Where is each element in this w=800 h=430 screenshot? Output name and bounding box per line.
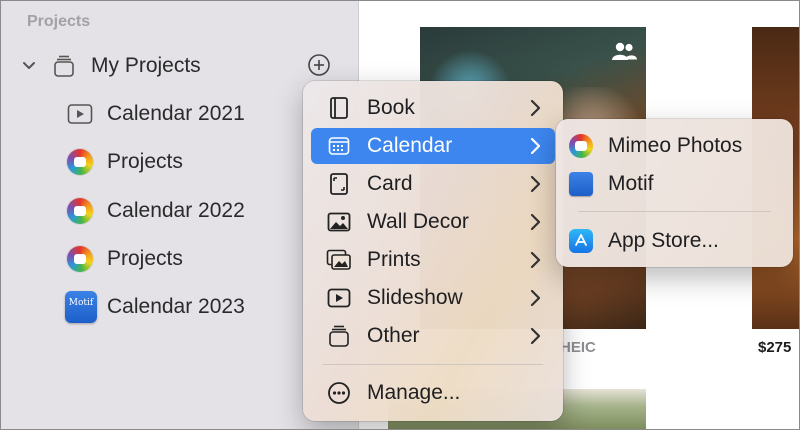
add-project-button[interactable] (307, 53, 331, 77)
menu-item-other[interactable]: Other (311, 318, 555, 354)
chevron-right-icon (530, 327, 541, 345)
window: Projects My Projects Calendar 2021 Proje… (0, 0, 800, 430)
photos-app-icon (67, 198, 93, 224)
create-menu: Book Calendar Card Wall Decor Prints Sli… (303, 81, 563, 421)
menu-item-label: Other (367, 324, 420, 347)
ellipsis-circle-icon (325, 379, 353, 407)
chevron-right-icon (530, 137, 541, 155)
menu-item-label: Slideshow (367, 286, 463, 309)
photos-app-icon (67, 246, 93, 272)
motif-app-icon: Motif (65, 291, 97, 323)
sidebar-item-project[interactable]: Projects (67, 142, 183, 182)
menu-item-manage[interactable]: Manage... (311, 375, 555, 411)
menu-separator (578, 211, 771, 212)
menu-item-label: Wall Decor (367, 210, 469, 233)
menu-item-label: Card (367, 172, 413, 195)
other-icon (325, 322, 353, 350)
sidebar-item-label: Projects (107, 247, 183, 270)
chevron-right-icon (530, 213, 541, 231)
photos-app-icon (568, 133, 594, 159)
chevron-right-icon (530, 175, 541, 193)
submenu-item-label: Motif (608, 172, 654, 195)
submenu-item-label: Mimeo Photos (608, 134, 743, 157)
slideshow-icon (325, 284, 353, 312)
sidebar-item-project[interactable]: Calendar 2021 (67, 94, 245, 134)
slideshow-icon (67, 101, 93, 127)
chevron-down-icon[interactable] (21, 58, 37, 74)
submenu-item-label: App Store... (608, 229, 719, 252)
menu-item-card[interactable]: Card (311, 166, 555, 202)
calendar-submenu: Mimeo Photos Motif App Store... (556, 119, 793, 267)
menu-separator (323, 364, 543, 365)
sidebar-item-label: Calendar 2021 (107, 102, 245, 125)
submenu-item-app-store[interactable]: App Store... (568, 223, 785, 259)
menu-item-slideshow[interactable]: Slideshow (311, 280, 555, 316)
file-type-label: HEIC (560, 339, 596, 356)
prints-icon (325, 246, 353, 274)
app-store-icon (568, 228, 594, 254)
menu-item-calendar[interactable]: Calendar (311, 128, 555, 164)
submenu-item-mimeo-photos[interactable]: Mimeo Photos (568, 128, 785, 164)
sidebar-item-my-projects[interactable]: My Projects (21, 46, 201, 86)
chevron-right-icon (530, 251, 541, 269)
sidebar-item-label: Calendar 2023 (107, 295, 245, 318)
menu-item-label: Book (367, 96, 415, 119)
sidebar-item-label: Projects (107, 150, 183, 173)
plus-circle-icon (308, 54, 330, 76)
sidebar-item-label: Calendar 2022 (107, 199, 245, 222)
sidebar-section-title: Projects (27, 13, 91, 30)
price-label: $275 (758, 339, 792, 356)
shared-people-icon (612, 42, 637, 60)
sidebar-item-project[interactable]: Motif Calendar 2023 (65, 287, 245, 327)
menu-item-book[interactable]: Book (311, 90, 555, 126)
submenu-item-motif[interactable]: Motif (568, 166, 785, 202)
sidebar-item-label: My Projects (91, 54, 201, 77)
card-icon (325, 170, 353, 198)
book-icon (325, 94, 353, 122)
wall-decor-icon (325, 208, 353, 236)
sidebar-item-project[interactable]: Projects (67, 239, 183, 279)
menu-item-prints[interactable]: Prints (311, 242, 555, 278)
sidebar-item-project[interactable]: Calendar 2022 (67, 191, 245, 231)
chevron-right-icon (530, 99, 541, 117)
menu-item-label: Calendar (367, 134, 453, 157)
motif-app-icon (568, 171, 594, 197)
stack-icon (51, 53, 77, 79)
photos-app-icon (67, 149, 93, 175)
calendar-icon (325, 132, 353, 160)
chevron-right-icon (530, 289, 541, 307)
menu-item-wall-decor[interactable]: Wall Decor (311, 204, 555, 240)
menu-item-label: Manage... (367, 381, 461, 404)
menu-item-label: Prints (367, 248, 421, 271)
